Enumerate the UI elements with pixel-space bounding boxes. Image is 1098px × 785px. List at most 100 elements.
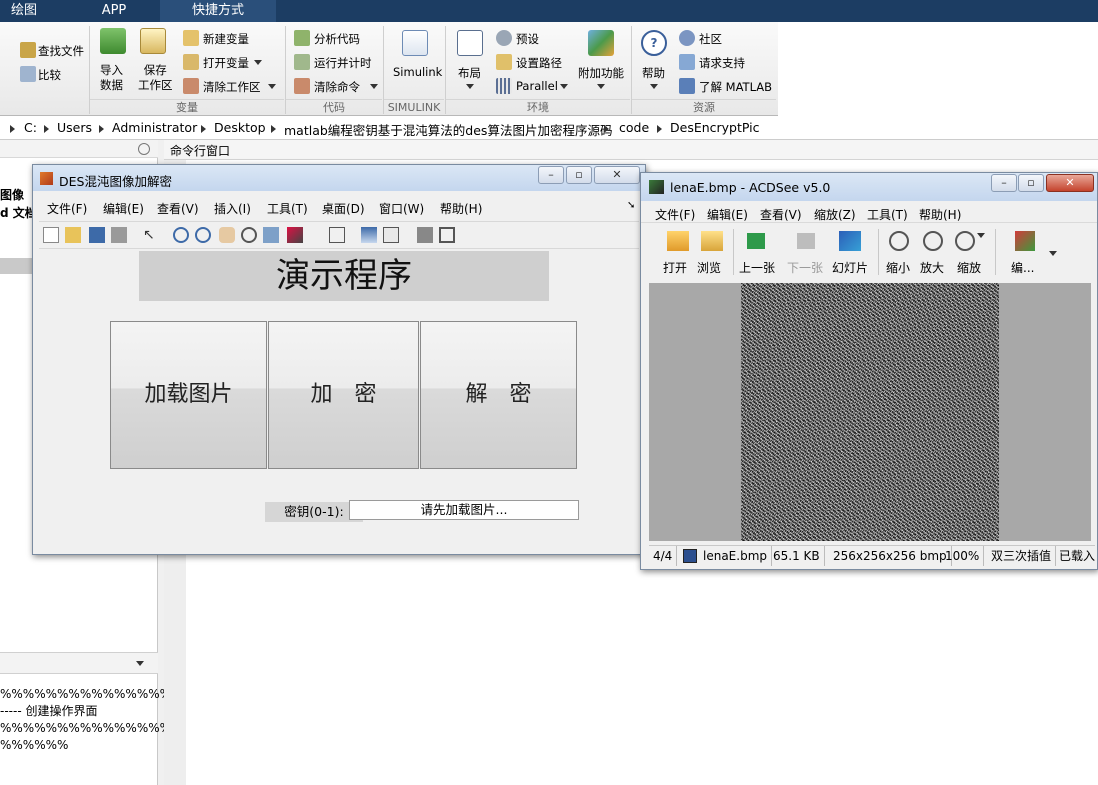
preferences-button[interactable]: 预设 — [516, 31, 539, 47]
menu-edit[interactable]: 编辑(E) — [103, 200, 144, 217]
colorbar-icon[interactable] — [361, 227, 377, 243]
chevron-down-icon[interactable] — [466, 84, 474, 89]
menu-help[interactable]: 帮助(H) — [919, 206, 961, 223]
image-viewport[interactable] — [649, 283, 1091, 541]
breadcrumb-item[interactable]: code — [619, 120, 649, 135]
analyze-code-button[interactable]: 分析代码 — [314, 31, 360, 47]
chevron-down-icon[interactable] — [254, 60, 262, 65]
chevron-down-icon[interactable] — [136, 661, 144, 666]
maximize-button[interactable]: ▫ — [566, 166, 592, 184]
save-icon[interactable] — [89, 227, 105, 243]
toolbar-zoom-out[interactable]: 缩小 — [886, 259, 910, 276]
zoom-in-icon[interactable] — [173, 227, 189, 243]
chevron-down-icon[interactable] — [560, 84, 568, 89]
import-data-button[interactable]: 导入 数据 — [100, 63, 123, 93]
zoom-icon[interactable] — [955, 231, 975, 251]
menu-view[interactable]: 查看(V) — [760, 206, 802, 223]
zoom-out-icon[interactable] — [195, 227, 211, 243]
zoom-in-icon[interactable] — [923, 231, 943, 251]
breadcrumb-item[interactable]: Administrator — [112, 120, 197, 135]
legend-icon[interactable] — [383, 227, 399, 243]
toolbar-zoom-in[interactable]: 放大 — [920, 259, 944, 276]
tab-plots[interactable]: 绘图 — [0, 0, 48, 22]
show-plot-tools-icon[interactable] — [439, 227, 455, 243]
menu-zoom[interactable]: 缩放(Z) — [814, 206, 856, 223]
panel-menu-icon[interactable] — [138, 143, 150, 155]
des-titlebar[interactable]: DES混沌图像加解密 – ▫ ✕ — [33, 165, 645, 191]
edit-icon[interactable] — [1015, 231, 1035, 251]
file-entry[interactable]: 图像 — [0, 186, 24, 203]
open-file-icon[interactable] — [65, 227, 81, 243]
breadcrumb-item[interactable]: Desktop — [214, 120, 266, 135]
learn-matlab-link[interactable]: 了解 MATLAB — [699, 79, 772, 95]
acdsee-titlebar[interactable]: lenaE.bmp - ACDSee v5.0 – ▫ ✕ — [641, 173, 1097, 201]
menu-file[interactable]: 文件(F) — [47, 200, 87, 217]
toolbar-previous[interactable]: 上一张 — [739, 259, 775, 276]
data-cursor-icon[interactable] — [263, 227, 279, 243]
browse-icon[interactable] — [701, 231, 723, 251]
new-figure-icon[interactable] — [43, 227, 59, 243]
simulink-button[interactable]: Simulink — [393, 65, 442, 79]
compare-button[interactable]: 比较 — [38, 67, 61, 83]
open-variable-button[interactable]: 打开变量 — [203, 55, 249, 71]
toolbar-zoom[interactable]: 缩放 — [957, 259, 981, 276]
chevron-down-icon[interactable] — [268, 84, 276, 89]
toolbar-slideshow[interactable]: 幻灯片 — [832, 259, 868, 276]
link-plot-icon[interactable] — [329, 227, 345, 243]
request-support-link[interactable]: 请求支持 — [699, 55, 745, 71]
decrypt-button[interactable]: 解 密 — [420, 321, 577, 469]
minimize-button[interactable]: – — [538, 166, 564, 184]
menu-tools[interactable]: 工具(T) — [267, 200, 308, 217]
menu-window[interactable]: 窗口(W) — [379, 200, 424, 217]
toolbar-open[interactable]: 打开 — [663, 259, 687, 276]
breadcrumb-item[interactable]: matlab编程密钥基于混沌算法的des算法图片加密程序源码 — [284, 120, 612, 139]
maximize-button[interactable]: ▫ — [1018, 174, 1044, 192]
menu-file[interactable]: 文件(F) — [655, 206, 695, 223]
load-image-button[interactable]: 加载图片 — [110, 321, 267, 469]
breadcrumb-item[interactable]: Users — [57, 120, 92, 135]
menu-view[interactable]: 查看(V) — [157, 200, 199, 217]
print-icon[interactable] — [111, 227, 127, 243]
hide-plot-tools-icon[interactable] — [417, 227, 433, 243]
selected-row[interactable] — [0, 258, 32, 274]
toolbar-browse[interactable]: 浏览 — [697, 259, 721, 276]
clear-workspace-button[interactable]: 清除工作区 — [203, 79, 261, 95]
layout-button[interactable]: 布局 — [458, 65, 481, 81]
zoom-out-icon[interactable] — [889, 231, 909, 251]
parallel-button[interactable]: Parallel — [516, 79, 558, 93]
brush-icon[interactable] — [287, 227, 303, 243]
rotate-3d-icon[interactable] — [241, 227, 257, 243]
close-button[interactable]: ✕ — [1046, 174, 1094, 192]
encrypt-button[interactable]: 加 密 — [268, 321, 419, 469]
breadcrumb-item[interactable]: C: — [24, 120, 37, 135]
menu-tools[interactable]: 工具(T) — [867, 206, 908, 223]
menu-desktop[interactable]: 桌面(D) — [322, 200, 365, 217]
dock-arrow-icon[interactable]: ➘ — [627, 200, 635, 211]
pan-hand-icon[interactable] — [219, 227, 235, 243]
chevron-down-icon[interactable] — [370, 84, 378, 89]
chevron-down-icon[interactable] — [977, 233, 985, 238]
find-files-button[interactable]: 查找文件 — [38, 43, 84, 59]
chevron-down-icon[interactable] — [1049, 251, 1057, 256]
key-input[interactable]: 请先加载图片... — [349, 500, 579, 520]
previous-icon[interactable] — [747, 233, 765, 249]
tab-apps[interactable]: APP — [72, 0, 156, 22]
menu-insert[interactable]: 插入(I) — [214, 200, 251, 217]
arrow-cursor-icon[interactable]: ↖ — [143, 227, 159, 243]
menu-help[interactable]: 帮助(H) — [440, 200, 482, 217]
community-link[interactable]: 社区 — [699, 31, 722, 47]
close-button[interactable]: ✕ — [594, 166, 640, 184]
set-path-button[interactable]: 设置路径 — [516, 55, 562, 71]
open-icon[interactable] — [667, 231, 689, 251]
help-button[interactable]: 帮助 — [642, 65, 665, 81]
new-variable-button[interactable]: 新建变量 — [203, 31, 249, 47]
breadcrumb-item[interactable]: DesEncryptPic — [670, 120, 760, 135]
chevron-down-icon[interactable] — [650, 84, 658, 89]
toolbar-edit[interactable]: 编... — [1011, 259, 1034, 276]
clear-commands-button[interactable]: 清除命令 — [314, 79, 360, 95]
minimize-button[interactable]: – — [991, 174, 1017, 192]
add-ons-button[interactable]: 附加功能 — [578, 65, 624, 81]
menu-edit[interactable]: 编辑(E) — [707, 206, 748, 223]
slideshow-icon[interactable] — [839, 231, 861, 251]
save-workspace-button[interactable]: 保存 工作区 — [138, 63, 173, 93]
